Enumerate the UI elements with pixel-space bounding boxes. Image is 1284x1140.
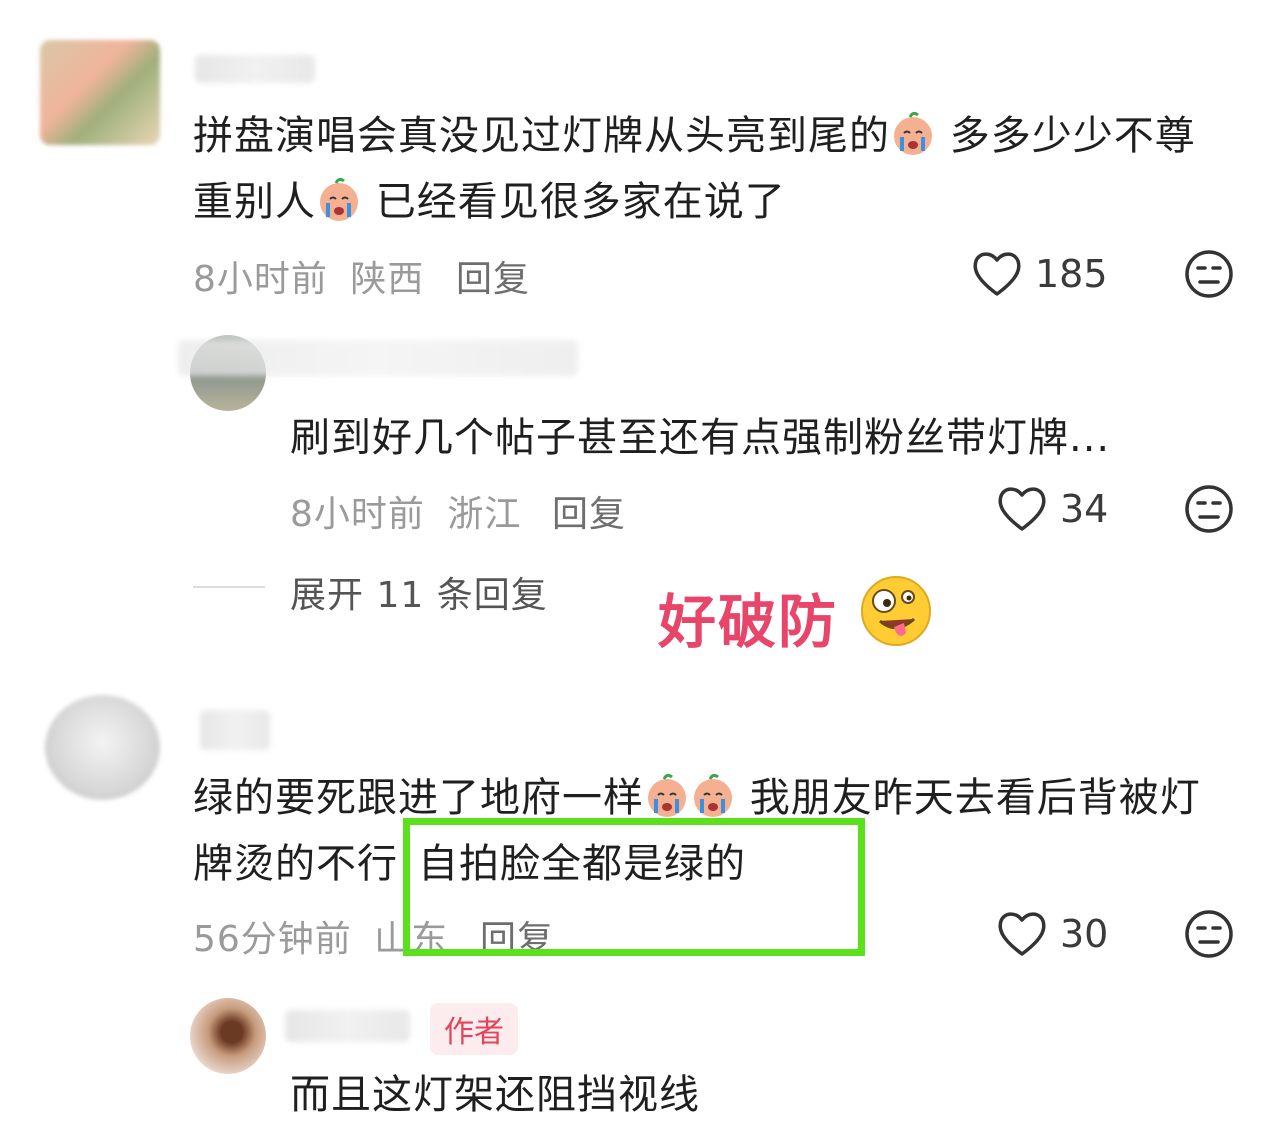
crying-emoji-icon [316,177,362,223]
reply-button[interactable]: 回复 [552,485,626,537]
username-blurred[interactable] [200,710,270,750]
like-count: 34 [1060,487,1109,531]
comment-text-part: 已经看见很多家在说了 [375,179,786,225]
comment-text-part: 多多少少不尊 [949,113,1196,159]
reply-text: 刷到好几个帖子甚至还有点强制粉丝带灯牌... [290,415,1111,461]
overlay-caption: 好破防 [658,575,838,659]
heart-icon[interactable] [970,248,1024,302]
comment-text-part: 绿的要死跟进了地府一样 [193,775,644,821]
comment-text-part: 拼盘演唱会真没见过灯牌从头亮到尾的 [193,113,890,159]
crying-emoji-icon [890,111,936,157]
overlay-caption-text: 好破防 [658,588,839,656]
reply-meta: 8小时前 浙江 [290,485,521,537]
dislike-face-icon[interactable] [1183,248,1235,304]
avatar[interactable] [40,40,160,145]
comment-time: 8小时前 [193,259,328,300]
comment-text: 拼盘演唱会真没见过灯牌从头亮到尾的 多多少少不尊 重别人 已经看见很多家在说了 [193,103,1253,235]
highlight-box [403,818,865,956]
comment-text-part: 重别人 [193,179,316,225]
expand-replies-button[interactable]: 展开 11 条回复 [290,566,548,618]
reply-button[interactable]: 回复 [456,250,530,302]
comment-text-part: 牌烫的不行 [193,841,398,887]
comment-text-part: 我朋友昨天去看后背被灯 [749,775,1201,821]
expand-divider [193,586,265,588]
username-blurred[interactable] [285,1010,410,1042]
heart-icon[interactable] [995,908,1049,962]
crying-emoji-icon [644,773,690,819]
reply-location: 浙江 [447,494,522,535]
comment-meta: 8小时前 陕西 [193,250,424,302]
dislike-face-icon[interactable] [1183,483,1235,539]
reply-text: 而且这灯架还阻挡视线 [290,1072,700,1118]
like-count: 30 [1060,912,1109,956]
crying-emoji-icon [690,773,736,819]
avatar[interactable] [45,695,160,800]
username-blurred[interactable] [195,55,315,83]
comment-location: 陕西 [350,259,425,300]
dislike-face-icon[interactable] [1183,908,1235,964]
like-count: 185 [1035,252,1108,296]
username-blurred[interactable] [178,340,578,376]
avatar[interactable] [190,998,266,1074]
reply-time: 8小时前 [290,494,425,535]
author-badge: 作者 [430,1003,518,1055]
heart-icon[interactable] [995,483,1049,537]
comment-time: 56分钟前 [193,919,352,960]
zany-face-emoji-icon [858,573,934,653]
